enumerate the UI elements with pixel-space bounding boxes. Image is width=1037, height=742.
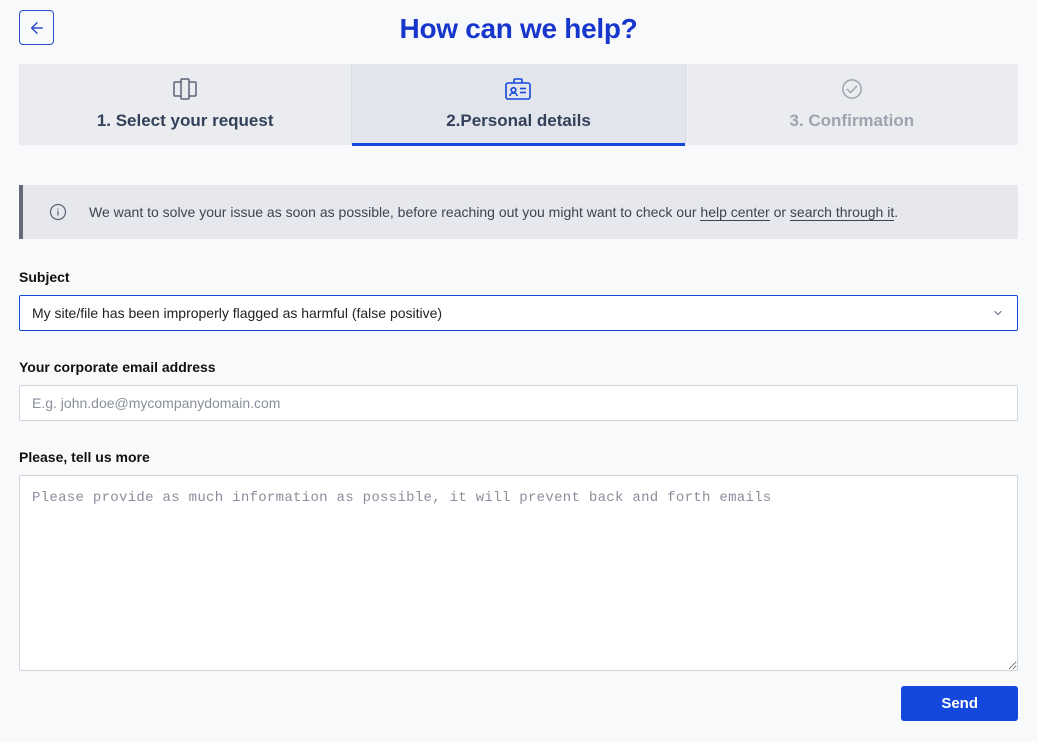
arrow-left-icon [28, 19, 46, 37]
step-select-request[interactable]: 1. Select your request [19, 64, 352, 145]
subject-selected-value: My site/file has been improperly flagged… [32, 305, 442, 321]
back-button[interactable] [19, 10, 54, 45]
step-label: 1. Select your request [19, 111, 351, 131]
step-confirmation: 3. Confirmation [686, 64, 1018, 145]
check-circle-icon [841, 78, 863, 100]
step-label: 2.Personal details [352, 111, 684, 131]
search-help-link[interactable]: search through it [790, 204, 894, 221]
details-label: Please, tell us more [19, 449, 1018, 465]
devices-icon [171, 78, 199, 100]
subject-select[interactable]: My site/file has been improperly flagged… [19, 295, 1018, 331]
step-label: 3. Confirmation [686, 111, 1018, 131]
details-textarea[interactable] [19, 475, 1018, 671]
step-personal-details[interactable]: 2.Personal details [352, 64, 685, 145]
email-label: Your corporate email address [19, 359, 1018, 375]
email-field[interactable] [19, 385, 1018, 421]
help-center-link[interactable]: help center [700, 204, 769, 221]
info-icon [49, 203, 67, 221]
subject-label: Subject [19, 269, 1018, 285]
send-button[interactable]: Send [901, 686, 1018, 721]
id-card-icon [505, 78, 531, 100]
page-title: How can we help? [19, 10, 1018, 45]
info-banner: We want to solve your issue as soon as p… [19, 185, 1018, 239]
info-text: We want to solve your issue as soon as p… [89, 204, 898, 220]
step-indicator: 1. Select your request 2.Personal detail… [19, 64, 1018, 145]
